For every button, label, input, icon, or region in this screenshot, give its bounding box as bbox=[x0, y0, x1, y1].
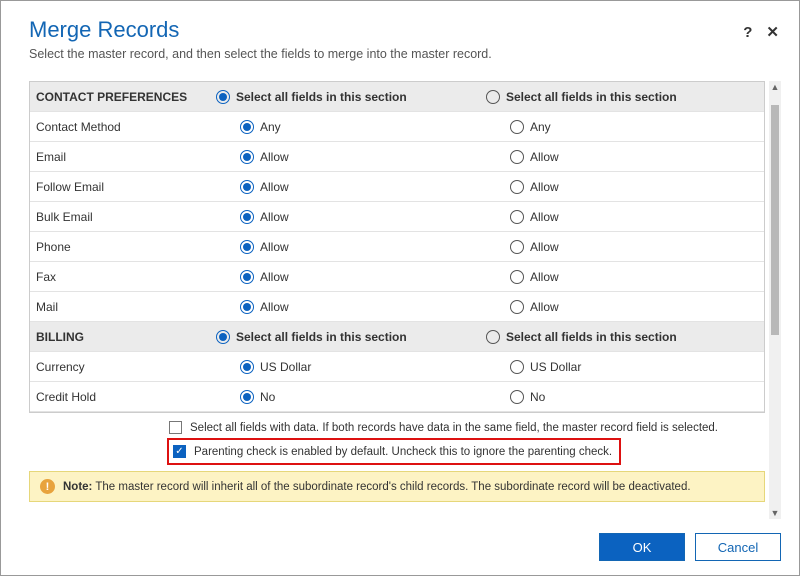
radio-icon bbox=[510, 120, 524, 134]
select-all-left[interactable]: Select all fields in this section bbox=[210, 87, 480, 106]
field-row: MailAllowAllow bbox=[30, 292, 764, 322]
field-label: Phone bbox=[30, 236, 210, 258]
section-header: BILLINGSelect all fields in this section… bbox=[30, 322, 764, 352]
field-option-right[interactable]: Allow bbox=[480, 207, 750, 226]
select-all-fields-label: Select all fields with data. If both rec… bbox=[190, 422, 718, 434]
select-all-left[interactable]: Select all fields in this section bbox=[210, 327, 480, 346]
field-row: CurrencyUS DollarUS Dollar bbox=[30, 352, 764, 382]
field-label: Follow Email bbox=[30, 176, 210, 198]
close-button[interactable]: ✕ bbox=[766, 23, 779, 41]
radio-icon bbox=[510, 150, 524, 164]
radio-icon bbox=[240, 150, 254, 164]
field-option-left[interactable]: US Dollar bbox=[210, 357, 480, 376]
radio-icon bbox=[240, 270, 254, 284]
select-all-right[interactable]: Select all fields in this section bbox=[480, 87, 750, 106]
section-header: CONTACT PREFERENCESSelect all fields in … bbox=[30, 82, 764, 112]
dialog-title: Merge Records bbox=[29, 17, 771, 43]
field-label: Fax bbox=[30, 266, 210, 288]
scroll-up-arrow[interactable]: ▲ bbox=[769, 81, 781, 93]
select-all-fields-row: Select all fields with data. If both rec… bbox=[29, 417, 781, 438]
section-name: BILLING bbox=[30, 326, 210, 348]
radio-icon bbox=[240, 120, 254, 134]
field-label: Currency bbox=[30, 356, 210, 378]
warning-icon: ! bbox=[40, 479, 55, 494]
field-label: Email bbox=[30, 146, 210, 168]
scrollbar-thumb[interactable] bbox=[771, 105, 779, 335]
radio-icon bbox=[510, 180, 524, 194]
radio-icon bbox=[216, 330, 230, 344]
radio-icon bbox=[240, 240, 254, 254]
field-option-right[interactable]: Allow bbox=[480, 297, 750, 316]
ok-button[interactable]: OK bbox=[599, 533, 685, 561]
field-option-left[interactable]: No bbox=[210, 387, 480, 406]
cancel-button[interactable]: Cancel bbox=[695, 533, 781, 561]
radio-icon bbox=[510, 270, 524, 284]
section-name: CONTACT PREFERENCES bbox=[30, 86, 210, 108]
merge-records-dialog: Merge Records Select the master record, … bbox=[0, 0, 800, 576]
scroll-down-arrow[interactable]: ▼ bbox=[769, 507, 781, 519]
field-row: EmailAllowAllow bbox=[30, 142, 764, 172]
note-bar: ! Note: The master record will inherit a… bbox=[29, 471, 765, 502]
merge-table: CONTACT PREFERENCESSelect all fields in … bbox=[29, 81, 765, 413]
field-row: PhoneAllowAllow bbox=[30, 232, 764, 262]
field-option-left[interactable]: Allow bbox=[210, 237, 480, 256]
field-option-right[interactable]: Allow bbox=[480, 237, 750, 256]
field-label: Bulk Email bbox=[30, 206, 210, 228]
note-text: Note: The master record will inherit all… bbox=[63, 481, 691, 493]
radio-icon bbox=[510, 390, 524, 404]
field-row: Follow EmailAllowAllow bbox=[30, 172, 764, 202]
dialog-subtitle: Select the master record, and then selec… bbox=[29, 47, 771, 61]
radio-icon bbox=[240, 300, 254, 314]
radio-icon bbox=[240, 390, 254, 404]
field-option-left[interactable]: Allow bbox=[210, 297, 480, 316]
field-label: Contact Method bbox=[30, 116, 210, 138]
radio-icon bbox=[240, 210, 254, 224]
field-option-left[interactable]: Allow bbox=[210, 147, 480, 166]
parenting-check-highlight: ✓ Parenting check is enabled by default.… bbox=[167, 438, 621, 465]
field-option-right[interactable]: Allow bbox=[480, 147, 750, 166]
field-option-right[interactable]: Allow bbox=[480, 267, 750, 286]
field-option-right[interactable]: Allow bbox=[480, 177, 750, 196]
field-row: FaxAllowAllow bbox=[30, 262, 764, 292]
radio-icon bbox=[510, 210, 524, 224]
field-option-left[interactable]: Allow bbox=[210, 267, 480, 286]
parenting-check-label: Parenting check is enabled by default. U… bbox=[194, 446, 612, 458]
radio-icon bbox=[240, 360, 254, 374]
select-all-right[interactable]: Select all fields in this section bbox=[480, 327, 750, 346]
radio-icon bbox=[240, 180, 254, 194]
radio-icon bbox=[486, 330, 500, 344]
field-option-right[interactable]: US Dollar bbox=[480, 357, 750, 376]
dialog-header: Merge Records Select the master record, … bbox=[1, 1, 799, 69]
dialog-footer: OK Cancel bbox=[1, 519, 799, 575]
field-label: Mail bbox=[30, 296, 210, 318]
radio-icon bbox=[510, 240, 524, 254]
field-option-left[interactable]: Any bbox=[210, 117, 480, 136]
radio-icon bbox=[486, 90, 500, 104]
field-option-left[interactable]: Allow bbox=[210, 207, 480, 226]
radio-icon bbox=[510, 300, 524, 314]
field-row: Bulk EmailAllowAllow bbox=[30, 202, 764, 232]
radio-icon bbox=[216, 90, 230, 104]
field-row: Contact MethodAnyAny bbox=[30, 112, 764, 142]
field-label: Credit Hold bbox=[30, 386, 210, 408]
vertical-scrollbar[interactable]: ▲ ▼ bbox=[769, 81, 781, 519]
field-row: Credit HoldNoNo bbox=[30, 382, 764, 412]
parenting-check-checkbox[interactable]: ✓ bbox=[173, 445, 186, 458]
field-option-left[interactable]: Allow bbox=[210, 177, 480, 196]
field-option-right[interactable]: Any bbox=[480, 117, 750, 136]
content-area: ▲ ▼ CONTACT PREFERENCESSelect all fields… bbox=[29, 81, 781, 519]
help-button[interactable]: ? bbox=[743, 24, 752, 41]
field-option-right[interactable]: No bbox=[480, 387, 750, 406]
select-all-fields-checkbox[interactable] bbox=[169, 421, 182, 434]
radio-icon bbox=[510, 360, 524, 374]
